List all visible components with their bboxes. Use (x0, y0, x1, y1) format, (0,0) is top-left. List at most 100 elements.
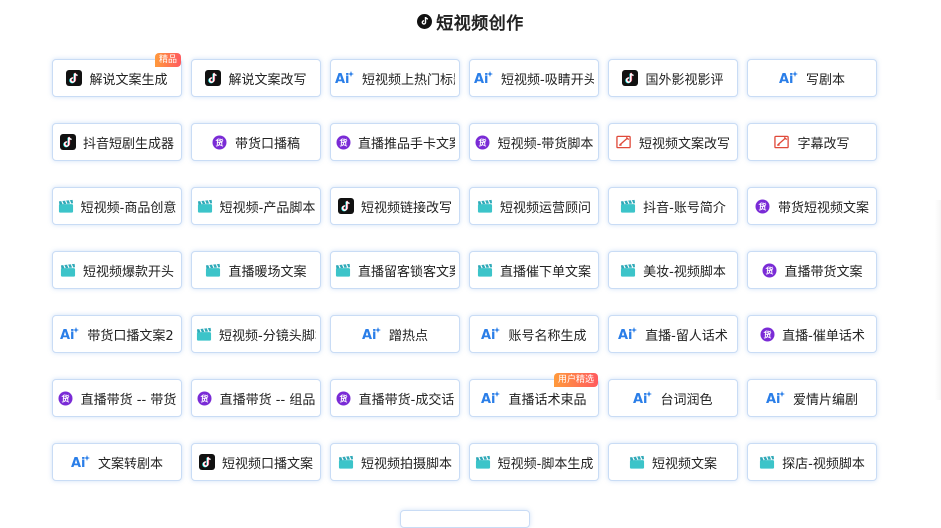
svg-text:Ai: Ai (618, 328, 633, 342)
tool-card-label: 直播推品手卡文案 (358, 136, 455, 152)
tool-card[interactable]: Ai 写剧本 (747, 59, 877, 97)
ai-sparkle-icon: Ai (71, 454, 91, 470)
tool-card-label: 爱情片编剧 (792, 392, 858, 408)
ai-sparkle-icon: Ai (474, 70, 494, 86)
goods-badge-icon: 货 (212, 134, 228, 150)
ai-sparkle-icon: Ai (335, 70, 355, 86)
tool-card[interactable]: 短视频-商品创意 (52, 187, 182, 225)
tool-card[interactable]: 短视频-脚本生成 (469, 443, 599, 481)
tool-card-label: 短视频-产品脚本 (219, 200, 316, 216)
tool-card[interactable]: Ai 爱情片编剧 (747, 379, 877, 417)
tool-card[interactable]: Ai 蹭热点 (330, 315, 460, 353)
svg-text:Ai: Ai (474, 72, 489, 86)
goods-badge-icon: 货 (475, 134, 491, 150)
tool-card-label: 短视频爆款开头 (82, 264, 174, 280)
clapperboard-icon (475, 454, 491, 470)
tool-card[interactable]: 解说文案生成 精品 (52, 53, 182, 97)
goods-badge-icon: 货 (755, 198, 771, 214)
tool-card[interactable]: 直播催下单文案 (469, 251, 599, 289)
featured-badge: 精品 (154, 53, 181, 67)
tool-card[interactable]: 货直播带货 -- 带货 (52, 379, 182, 417)
tool-card[interactable]: 短视频拍摄脚本 (330, 443, 460, 481)
tool-card[interactable]: 国外影视影评 (608, 59, 738, 97)
tool-card[interactable]: 短视频文案改写 (608, 123, 738, 161)
tool-card-label: 直播留客锁客文案 (358, 264, 455, 280)
tool-card[interactable]: 货 直播推品手卡文案 (330, 123, 460, 161)
clapperboard-icon (60, 262, 76, 278)
tool-card[interactable]: 抖音短剧生成器 (52, 123, 182, 161)
featured-badge: 用户精选 (553, 373, 598, 387)
tool-card-label: 直播带货-成交话 (358, 392, 455, 408)
tool-card[interactable]: 短视频运营顾问 (469, 187, 599, 225)
tool-grid: 解说文案生成 精品解说文案改写 Ai 短视频上热门标题 Ai 短视频-吸睛开头 国外影视影评… (52, 53, 877, 481)
tool-card-label: 短视频-吸睛开头 (501, 72, 594, 88)
tool-card[interactable]: 字幕改写 (747, 123, 877, 161)
side-edge-shadow (935, 200, 941, 400)
tool-card-label: 短视频拍摄脚本 (360, 456, 452, 472)
svg-text:货: 货 (478, 137, 487, 147)
tool-card[interactable]: Ai 台词润色 (608, 379, 738, 417)
ai-sparkle-icon: Ai (481, 326, 501, 342)
tool-card[interactable]: 美妆-视频脚本 (608, 251, 738, 289)
tool-card[interactable]: 货直播带货 -- 组品 (191, 379, 321, 417)
svg-text:货: 货 (762, 329, 771, 339)
clapperboard-icon (629, 454, 645, 470)
tool-card[interactable]: Ai 短视频-吸睛开头 (469, 59, 599, 97)
tool-card[interactable]: Ai 直播-留人话术 (608, 315, 738, 353)
svg-text:货: 货 (215, 137, 224, 147)
tool-card-label: 字幕改写 (797, 136, 850, 152)
tool-card[interactable]: 货带货短视频文案 (747, 187, 877, 225)
tool-card[interactable]: 货 直播-催单话术 (747, 315, 877, 353)
tool-card[interactable]: Ai 文案转剧本 (52, 443, 182, 481)
tool-card-label: 写剧本 (805, 72, 845, 88)
tool-card-label: 短视频-商品创意 (80, 200, 177, 216)
tool-card[interactable]: 货 直播带货文案 (747, 251, 877, 289)
svg-text:货: 货 (764, 265, 773, 275)
tool-card[interactable]: 货短视频-带货脚本 (469, 123, 599, 161)
svg-text:货: 货 (200, 393, 209, 403)
tool-card[interactable]: 短视频爆款开头 (52, 251, 182, 289)
tool-card[interactable]: 短视频链接改写 (330, 187, 460, 225)
ai-sparkle-icon: Ai (481, 390, 501, 406)
tool-card[interactable]: 直播留客锁客文案 (330, 251, 460, 289)
ai-sparkle-icon: Ai (60, 326, 80, 342)
tool-card[interactable]: 短视频-分镜头脚本 (191, 315, 321, 353)
tool-card[interactable]: 解说文案改写 (191, 59, 321, 97)
tool-card[interactable]: 短视频文案 (608, 443, 738, 481)
tiktok-icon (66, 70, 83, 86)
tool-card[interactable]: 短视频-产品脚本 (191, 187, 321, 225)
tool-card[interactable]: Ai 直播话术束品 用户精选 (469, 373, 599, 417)
goods-badge-icon: 货 (761, 262, 777, 278)
tool-card-label: 解说文案生成 (89, 72, 168, 88)
svg-text:Ai: Ai (481, 328, 496, 342)
ai-sparkle-icon: Ai (766, 390, 786, 406)
tiktok-icon (59, 134, 76, 150)
tool-card[interactable]: 短视频口播文案 (191, 443, 321, 481)
tiktok-icon (198, 454, 215, 470)
goods-badge-icon: 货 (58, 390, 74, 406)
clapperboard-icon (58, 198, 74, 214)
goods-badge-icon: 货 (197, 390, 213, 406)
tool-card[interactable]: 抖音-账号简介 (608, 187, 738, 225)
tool-card[interactable]: Ai 带货口播文案2 (52, 315, 182, 353)
tool-card-label: 直播-留人话术 (645, 328, 728, 344)
tool-card[interactable]: 货直播带货-成交话 (330, 379, 460, 417)
more-button-partial[interactable] (400, 510, 530, 528)
tool-card[interactable]: Ai 短视频上热门标题 (330, 59, 460, 97)
svg-text:Ai: Ai (71, 456, 86, 470)
ai-sparkle-icon: Ai (362, 326, 382, 342)
tool-card[interactable]: Ai 账号名称生成 (469, 315, 599, 353)
tool-card[interactable]: 直播暖场文案 (191, 251, 321, 289)
tool-card-label: 蹭热点 (388, 328, 428, 344)
tool-card-label: 台词润色 (660, 392, 713, 408)
tool-card[interactable]: 货带货口播稿 (191, 123, 321, 161)
svg-text:货: 货 (338, 137, 347, 147)
clapperboard-icon (620, 262, 636, 278)
goods-badge-icon: 货 (335, 134, 351, 150)
tool-card-label: 直播带货文案 (784, 264, 863, 280)
svg-text:货: 货 (61, 393, 70, 403)
svg-text:Ai: Ai (633, 392, 648, 406)
tiktok-icon (622, 70, 639, 86)
svg-text:货: 货 (758, 201, 767, 211)
tool-card[interactable]: 探店-视频脚本 (747, 443, 877, 481)
